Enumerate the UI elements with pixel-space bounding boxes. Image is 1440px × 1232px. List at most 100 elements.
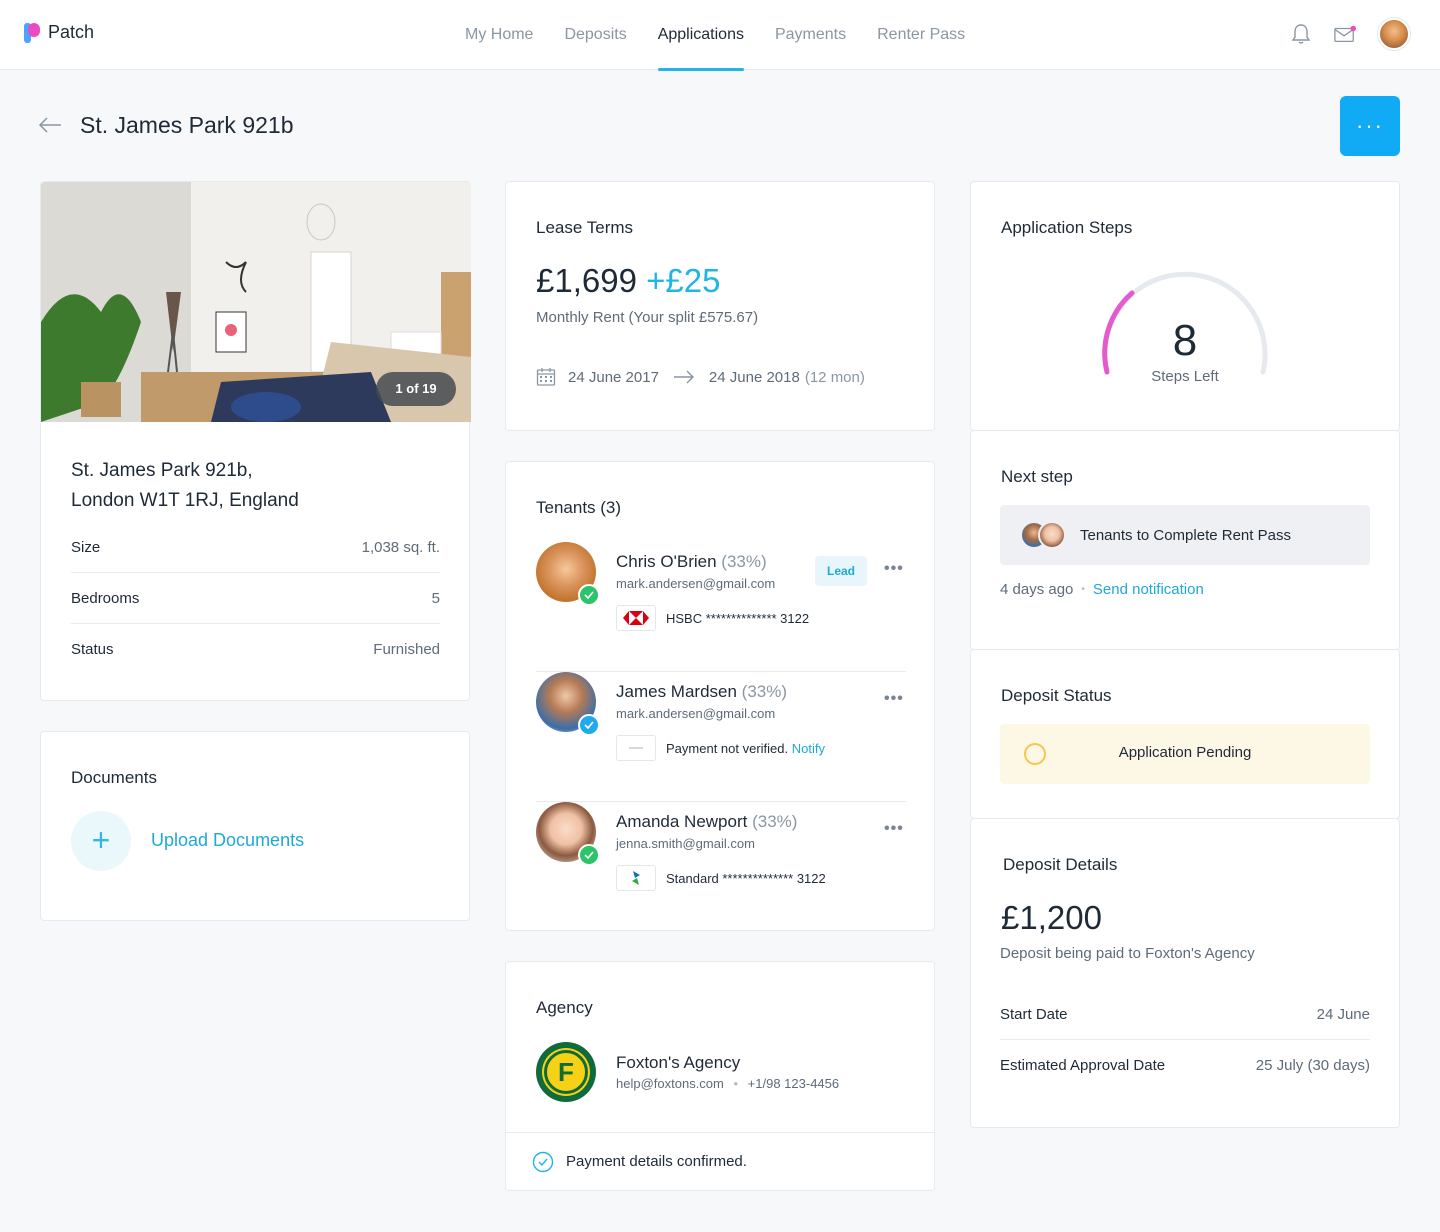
steps-label: Steps Left	[1151, 368, 1219, 385]
avatar	[1038, 521, 1066, 549]
rent-amount: £1,699	[536, 262, 637, 299]
property-card: 1 of 19 St. James Park 921b, London W1T …	[40, 181, 471, 701]
deposit-status-card: Deposit Status Application Pending	[970, 649, 1400, 819]
property-address: St. James Park 921b, London W1T 1RJ, Eng…	[71, 456, 299, 516]
payment-status-text: Payment not verified.	[666, 740, 789, 756]
page-title: St. James Park 921b	[80, 112, 294, 138]
payment-status: Payment not verified. Notify	[666, 741, 825, 756]
card-title: Deposit Status	[1001, 686, 1112, 705]
nav-renter-pass[interactable]: Renter Pass	[877, 0, 965, 70]
tenant-share: (33%)	[741, 682, 788, 701]
lease-end: 24 June 2018	[708, 368, 800, 386]
send-notification-link[interactable]: Send notification	[1093, 581, 1204, 598]
tenant-email: mark.andersen@gmail.com	[616, 576, 776, 591]
tenant-name-text: Chris O'Brien	[616, 552, 717, 571]
top-nav-bar: Patch My Home Deposits Applications Paym…	[0, 0, 1440, 71]
tenant-more-button[interactable]: •••	[884, 820, 904, 838]
tenant-row: Chris O'Brien (33%) mark.andersen@gmail.…	[536, 542, 906, 672]
next-step-meta: 4 days ago • Send notification	[1000, 581, 1204, 598]
tenant-email: jenna.smith@gmail.com	[616, 836, 755, 851]
spec-value: 1,038 sq. ft.	[361, 538, 440, 556]
tenant-share: (33%)	[721, 552, 767, 571]
spec-row-status: Status Furnished	[71, 624, 440, 675]
bank-account: HSBC ************** 3122	[666, 610, 810, 626]
lease-start: 24 June 2017	[568, 368, 659, 386]
verified-check-icon	[578, 714, 600, 736]
back-arrow-icon[interactable]	[38, 115, 62, 135]
logo-letter: F	[544, 1050, 588, 1094]
more-options-button[interactable]: ···	[1340, 96, 1400, 156]
bell-icon[interactable]	[1290, 23, 1312, 45]
deposit-status-banner: Application Pending	[1000, 724, 1370, 784]
nav-deposits[interactable]: Deposits	[564, 0, 626, 70]
notify-link[interactable]: Notify	[792, 741, 825, 756]
application-steps-card: Application Steps 8 Steps Left	[970, 181, 1400, 431]
deposit-amount: £1,200	[1001, 899, 1102, 936]
top-icons	[1290, 18, 1410, 50]
card-title: Documents	[71, 768, 157, 787]
tenant-name: Amanda Newport (33%)	[616, 812, 797, 832]
spec-label: Bedrooms	[71, 589, 140, 607]
bank-account: Standard ************** 3122	[666, 870, 826, 886]
card-title: Application Steps	[1001, 218, 1133, 237]
next-step-label: Tenants to Complete Rent Pass	[1080, 526, 1291, 544]
monthly-rent: £1,699 +£25	[536, 262, 720, 300]
nav-payments[interactable]: Payments	[775, 0, 846, 70]
dash-icon	[616, 735, 656, 761]
nav-applications[interactable]: Applications	[657, 0, 745, 71]
check-circle-icon	[532, 1151, 554, 1173]
tenants-card: Tenants (3) Chris O'Brien (33%) mark.and…	[505, 461, 935, 931]
agency-email[interactable]: help@foxtons.com	[616, 1076, 724, 1091]
separator-dot: •	[733, 1076, 739, 1091]
plus-icon[interactable]: +	[71, 811, 131, 871]
spec-label: Size	[71, 538, 101, 556]
nav-my-home[interactable]: My Home	[465, 0, 533, 70]
agency-card: Agency F Foxton's Agency help@foxtons.co…	[505, 961, 935, 1191]
tenant-bank: Payment not verified. Notify	[616, 735, 825, 761]
standard-chartered-logo-icon	[616, 865, 656, 891]
tenant-more-button[interactable]: •••	[884, 690, 904, 708]
row-label: Estimated Approval Date	[1000, 1057, 1166, 1074]
user-avatar[interactable]	[1378, 18, 1410, 50]
mail-icon[interactable]	[1334, 23, 1356, 45]
steps-count: 8	[1172, 316, 1198, 365]
photo-counter[interactable]: 1 of 19	[376, 372, 456, 406]
rent-extra: +£25	[646, 262, 721, 299]
card-title: Agency	[536, 998, 593, 1017]
upload-documents-link[interactable]: Upload Documents	[151, 830, 304, 851]
spec-value: 5	[431, 589, 440, 607]
tenant-name: James Mardsen (33%)	[616, 682, 787, 702]
app-name: Patch	[48, 22, 95, 42]
lease-terms-card: Lease Terms £1,699 +£25 Monthly Rent (Yo…	[505, 181, 935, 431]
tenant-avatars	[1020, 521, 1066, 549]
agency-name: Foxton's Agency	[616, 1053, 741, 1072]
tenant-row: James Mardsen (33%) mark.andersen@gmail.…	[536, 672, 906, 802]
next-step-task[interactable]: Tenants to Complete Rent Pass	[1000, 505, 1370, 565]
app-logo[interactable]: Patch	[24, 22, 94, 43]
card-title: Tenants (3)	[536, 498, 622, 517]
tenant-name-text: James Mardsen	[616, 682, 737, 701]
lease-dates: 24 June 2017 24 June 2018 (12 mon)	[536, 367, 865, 387]
hsbc-logo-icon	[616, 605, 656, 631]
agency-phone[interactable]: +1/98 123-4456	[748, 1076, 839, 1091]
tenant-more-button[interactable]: •••	[884, 560, 904, 578]
row-label: Start Date	[1000, 1005, 1068, 1023]
card-title: Lease Terms	[536, 218, 634, 237]
property-photo[interactable]: 1 of 19	[41, 182, 471, 422]
spec-row-bedrooms: Bedrooms 5	[71, 573, 440, 624]
tenant-name: Chris O'Brien (33%)	[616, 552, 767, 572]
calendar-icon	[536, 367, 556, 387]
card-title: Deposit Details	[1003, 855, 1118, 874]
row-value: 24 June	[1316, 1005, 1370, 1023]
spec-row-size: Size 1,038 sq. ft.	[71, 522, 440, 573]
payment-confirmed-text: Payment details confirmed.	[566, 1153, 747, 1170]
lease-duration: (12 mon)	[804, 368, 865, 386]
spec-value: Furnished	[373, 641, 440, 658]
foxtons-logo-icon: F	[536, 1042, 596, 1102]
card-title: Next step	[1001, 467, 1073, 486]
deposit-row-start-date: Start Date 24 June	[1000, 989, 1370, 1040]
deposit-note: Deposit being paid to Foxton's Agency	[1000, 945, 1255, 962]
agency-footer: Payment details confirmed.	[506, 1132, 934, 1190]
separator-dot: •	[1081, 584, 1085, 595]
address-line-1: St. James Park 921b,	[71, 460, 253, 481]
